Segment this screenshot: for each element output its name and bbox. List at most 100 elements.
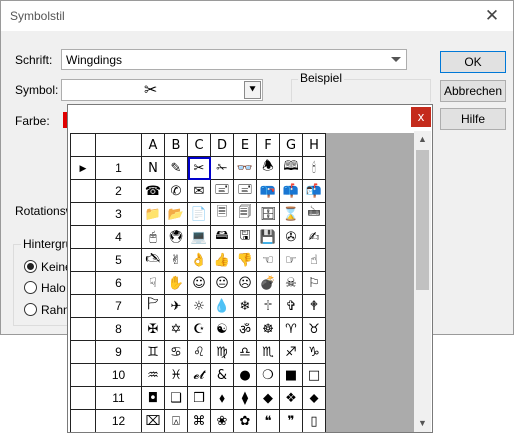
row-selector[interactable] — [70, 294, 96, 318]
symbol-cell[interactable]: 🖎 — [141, 248, 165, 272]
symbol-cell[interactable]: ⌧ — [141, 409, 165, 432]
symbol-cell[interactable]: 💣 — [256, 271, 280, 295]
symbol-cell[interactable]: 👎 — [233, 248, 257, 272]
symbol-cell[interactable]: 👌 — [187, 248, 211, 272]
row-selector[interactable]: ▶ — [70, 156, 96, 180]
symbol-cell[interactable]: 📬 — [302, 179, 326, 203]
symbol-cell[interactable]: ❀ — [210, 409, 234, 432]
symbol-cell[interactable]: 🖮 — [302, 202, 326, 226]
symbol-cell[interactable]: 🕆 — [256, 294, 280, 318]
symbol-cell[interactable]: ◆ — [256, 386, 280, 410]
symbol-cell[interactable]: ☸ — [256, 317, 280, 341]
symbol-cell[interactable]: 🖲 — [164, 225, 188, 249]
scroll-down-icon[interactable]: ▼ — [414, 415, 431, 432]
symbol-cell[interactable]: ✈ — [164, 294, 188, 318]
symbol-cell[interactable]: 📄 — [187, 202, 211, 226]
symbol-cell[interactable]: ▯ — [302, 409, 326, 432]
symbol-cell[interactable]: ⧫ — [233, 386, 257, 410]
symbol-cell[interactable]: 📪 — [256, 179, 280, 203]
symbol-cell[interactable]: ☜ — [256, 248, 280, 272]
symbol-cell[interactable]: 🕮 — [279, 156, 303, 180]
symbol-cell[interactable]: ✂ — [187, 156, 211, 180]
symbol-cell[interactable]: 🗄 — [256, 202, 280, 226]
symbol-cell[interactable]: ♒ — [141, 363, 165, 387]
symbol-cell[interactable]: ⌘ — [187, 409, 211, 432]
symbol-cell[interactable]: ✍ — [302, 225, 326, 249]
symbol-cell[interactable]: ☪ — [187, 317, 211, 341]
symbol-cell[interactable]: ✇ — [279, 225, 303, 249]
symbol-cell[interactable]: ☞ — [279, 248, 303, 272]
symbol-cell[interactable]: ✎ — [164, 156, 188, 180]
symbol-cell[interactable]: ❒ — [187, 386, 211, 410]
help-button[interactable]: Hilfe — [440, 108, 506, 130]
symbol-cell[interactable]: 🖰 — [141, 225, 165, 249]
symbol-cell[interactable]: 👓 — [233, 156, 257, 180]
symbol-cell[interactable]: ✞ — [279, 294, 303, 318]
symbol-cell[interactable]: ❖ — [279, 386, 303, 410]
symbol-cell[interactable]: ☠ — [279, 271, 303, 295]
symbol-cell[interactable]: 🖃 — [233, 179, 257, 203]
scrollbar-thumb[interactable] — [416, 150, 429, 290]
cancel-button[interactable]: Abbrechen — [440, 80, 506, 102]
symbol-cell[interactable]: ♉ — [302, 317, 326, 341]
symbol-cell[interactable]: ● — [233, 363, 257, 387]
row-selector[interactable] — [70, 271, 96, 295]
font-select[interactable]: Wingdings — [61, 49, 407, 70]
symbol-cell[interactable]: 𝓮𝓽 — [187, 363, 211, 387]
radio-frame[interactable] — [24, 303, 37, 316]
popup-close-button[interactable]: x — [411, 107, 431, 127]
symbol-cell[interactable]: 💾 — [256, 225, 280, 249]
symbol-cell[interactable]: ☟ — [141, 271, 165, 295]
symbol-cell[interactable]: ☯ — [210, 317, 234, 341]
symbol-cell[interactable]: ✆ — [164, 179, 188, 203]
row-selector[interactable] — [70, 179, 96, 203]
symbol-cell[interactable]: ✿ — [233, 409, 257, 432]
vertical-scrollbar[interactable]: ▲ ▼ — [414, 131, 431, 432]
symbol-cell[interactable]: ⬥ — [302, 386, 326, 410]
symbol-cell[interactable]: ♎ — [233, 340, 257, 364]
symbol-cell[interactable]: ☺ — [187, 271, 211, 295]
symbol-cell[interactable]: ♏ — [256, 340, 280, 364]
symbol-cell[interactable]: ♑ — [302, 340, 326, 364]
close-icon[interactable]: ✕ — [481, 5, 503, 27]
symbol-cell[interactable]: ⍓ — [164, 409, 188, 432]
symbol-cell[interactable]: ❑ — [164, 386, 188, 410]
symbol-cell[interactable]: ✉ — [187, 179, 211, 203]
row-selector[interactable] — [70, 409, 96, 432]
symbol-dropdown-button[interactable]: ⯆ — [244, 81, 261, 99]
symbol-cell[interactable]: 💻 — [187, 225, 211, 249]
symbol-cell[interactable]: ✌ — [164, 248, 188, 272]
symbol-cell[interactable]: ◘ — [141, 386, 165, 410]
symbol-cell[interactable]: ⚐ — [302, 271, 326, 295]
symbol-cell[interactable]: 🕈 — [302, 294, 326, 318]
symbol-cell[interactable]: ❄ — [233, 294, 257, 318]
symbol-cell[interactable]: & — [210, 363, 234, 387]
symbol-cell[interactable]: 📂 — [164, 202, 188, 226]
symbol-cell[interactable]: ♌ — [187, 340, 211, 364]
row-selector[interactable] — [70, 386, 96, 410]
row-selector[interactable] — [70, 363, 96, 387]
symbol-cell[interactable]: ⌛ — [279, 202, 303, 226]
row-selector[interactable] — [70, 248, 96, 272]
symbol-cell[interactable]: ♍ — [210, 340, 234, 364]
symbol-cell[interactable]: ✡ — [164, 317, 188, 341]
symbol-cell[interactable]: 🖫 — [233, 225, 257, 249]
symbol-cell[interactable]: ❍ — [256, 363, 280, 387]
symbol-picker[interactable]: ✂ ⯆ — [61, 79, 263, 101]
symbol-cell[interactable]: ☎ — [141, 179, 165, 203]
symbol-cell[interactable]: 📫 — [279, 179, 303, 203]
symbol-cell[interactable]: 👍 — [210, 248, 234, 272]
symbol-cell[interactable]: ♋ — [164, 340, 188, 364]
symbol-cell[interactable]: 🕭 — [256, 156, 280, 180]
row-selector[interactable] — [70, 225, 96, 249]
symbol-cell[interactable]: 🗏 — [210, 202, 234, 226]
row-selector[interactable] — [70, 317, 96, 341]
symbol-cell[interactable]: ॐ — [233, 317, 257, 341]
symbol-cell[interactable]: ♈ — [279, 317, 303, 341]
symbol-cell[interactable]: N — [141, 156, 165, 180]
symbol-cell[interactable]: 🏱 — [141, 294, 165, 318]
symbol-cell[interactable]: 💧 — [210, 294, 234, 318]
symbol-cell[interactable]: 🖴 — [210, 225, 234, 249]
symbol-cell[interactable]: ♊ — [141, 340, 165, 364]
symbol-cell[interactable]: ❞ — [279, 409, 303, 432]
